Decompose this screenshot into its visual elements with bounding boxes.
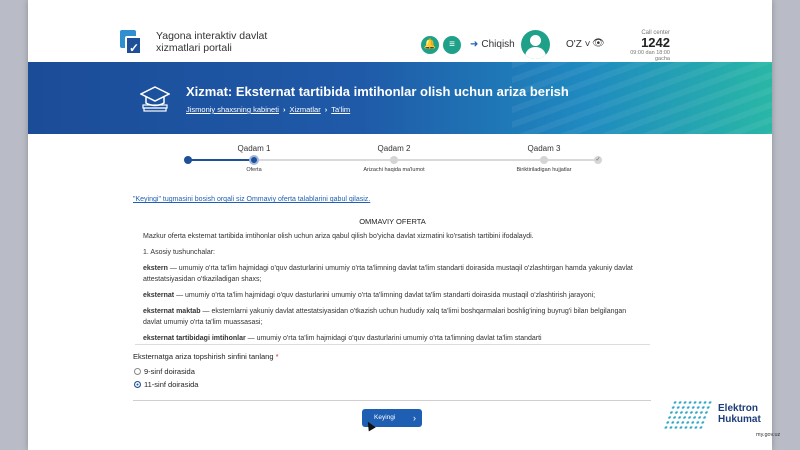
portal-title[interactable]: Yagona interaktiv davlat xizmatlari port…: [156, 30, 286, 54]
radio-checked-icon: [134, 380, 141, 388]
radio-unchecked-icon: [134, 367, 141, 375]
chevron-down-icon: ˅: [584, 39, 591, 50]
portal-logo-icon[interactable]: ✓: [120, 30, 142, 56]
form-divider: [133, 400, 651, 401]
offer-notice-link[interactable]: "Keyingi" tugmasini bosish orqali siz Om…: [133, 196, 370, 203]
breadcrumb: Jismoniy shaxsning kabineti › Xizmatlar › Ta…: [186, 105, 350, 114]
breadcrumb-separator-icon: ›: [324, 105, 328, 114]
service-title: Xizmat: Eksternat tartibida imtihonlar o…: [186, 84, 569, 99]
offer-term-item: eksternat tartibidagi imtihonlar — umumi…: [143, 335, 542, 342]
chevron-right-icon: ›: [413, 413, 416, 423]
language-selector[interactable]: O'Z ˅: [566, 39, 590, 50]
graduation-cap-icon: [140, 86, 170, 112]
offer-title: OMMAVIY OFERTA: [359, 217, 426, 226]
call-center-hours: 09:00 dan 18:00 gacha: [630, 50, 670, 62]
exit-label: Chiqish: [481, 39, 515, 50]
breadcrumb-cabinet[interactable]: Jismoniy shaxsning kabineti: [186, 105, 279, 114]
call-center: Call center 1242 09:00 dan 18:00 gacha: [614, 30, 670, 62]
service-banner: Xizmat: Eksternat tartibida imtihonlar o…: [28, 62, 772, 134]
step-3-sub: Biriktiriladigan hujjatlar: [516, 167, 572, 173]
step-2-sub: Arizachi haqida ma'lumot: [363, 167, 425, 173]
radio-grade-11[interactable]: 11-sinf doirasida: [134, 380, 198, 389]
breadcrumb-services[interactable]: Xizmatlar: [289, 105, 320, 114]
electronic-government-watermark: Elektron Hukumat my.gov.uz: [662, 400, 800, 450]
accessibility-eye-icon[interactable]: 👁: [592, 38, 605, 49]
offer-section: 1. Asosiy tushunchalar:: [143, 249, 215, 256]
offer-term-item: eksternat maktab — eksternlarni yakuniy …: [143, 308, 627, 326]
user-avatar[interactable]: [521, 30, 550, 59]
e-gov-logo-icon: [662, 400, 714, 430]
grade-question-label: Eksternatga ariza topshirish sinfini tan…: [133, 352, 279, 361]
breadcrumb-separator-icon: ›: [282, 105, 286, 114]
call-center-number[interactable]: 1242: [614, 36, 670, 50]
exit-link[interactable]: ➜ Chiqish: [470, 39, 515, 50]
next-button-label: Keyingi: [374, 414, 396, 421]
watermark-sub: my.gov.uz: [756, 432, 781, 438]
logout-icon: ➜: [470, 39, 479, 50]
step-2-title: Qadam 2: [377, 144, 411, 153]
required-mark: *: [275, 352, 279, 361]
step-1-dot: [249, 155, 259, 165]
notification-bell-icon[interactable]: 🔔: [421, 36, 439, 54]
radio-grade-9[interactable]: 9-sinf doirasida: [134, 367, 195, 376]
language-value: O'Z: [566, 39, 582, 50]
step-1-title: Qadam 1: [237, 144, 271, 153]
offer-text-box[interactable]: OMMAVIY OFERTA Mazkur oferta eksternat t…: [135, 210, 650, 345]
step-1-sub: Oferta: [246, 167, 262, 173]
step-start-dot: [184, 156, 192, 164]
header-bar: ✓ Yagona interaktiv davlat xizmatlari po…: [28, 0, 772, 62]
watermark-title: Elektron Hukumat: [718, 403, 761, 425]
step-3-title: Qadam 3: [527, 144, 561, 153]
offer-term-item: eksternat — umumiy o'rta ta'lim hajmidag…: [143, 292, 596, 299]
radio-grade-9-label: 9-sinf doirasida: [144, 367, 195, 376]
step-finish-check-icon: ✓: [594, 156, 602, 164]
offer-intro: Mazkur oferta eksternat tartibida imtiho…: [143, 233, 534, 240]
breadcrumb-education[interactable]: Ta'lim: [331, 105, 350, 114]
offer-term-item: ekstern — umumiy o'rta ta'lim hajmidagi …: [143, 265, 633, 283]
radio-grade-11-label: 11-sinf doirasida: [144, 380, 199, 389]
step-2-dot: [390, 156, 398, 164]
menu-list-icon[interactable]: ≡: [443, 36, 461, 54]
portal-page: ✓ Yagona interaktiv davlat xizmatlari po…: [28, 0, 772, 450]
step-3-dot: [540, 156, 548, 164]
step-progress: ✓ Qadam 1 Oferta Qadam 2 Arizachi haqida…: [28, 134, 772, 184]
